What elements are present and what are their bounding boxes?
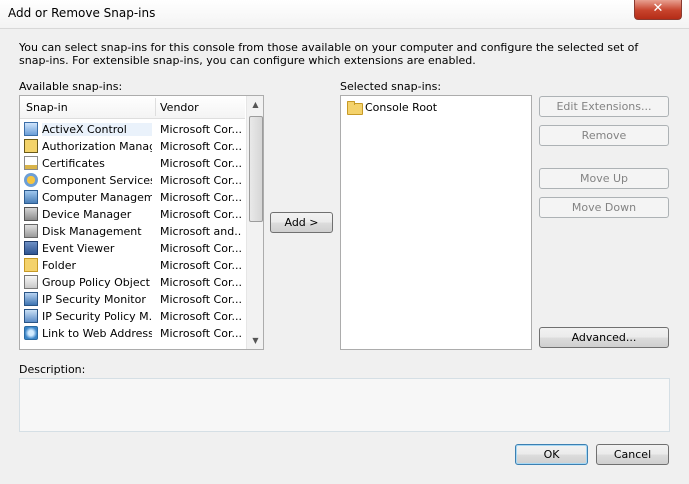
remove-button[interactable]: Remove: [539, 125, 669, 146]
snapin-name: Device Manager: [42, 208, 132, 221]
ip-security-icon: [24, 292, 38, 306]
description-label: Description:: [19, 363, 86, 376]
table-row[interactable]: Device Manager Microsoft Cor...: [20, 206, 245, 223]
snapin-name: Component Services: [42, 174, 152, 187]
snapin-name: Group Policy Object ...: [42, 276, 152, 289]
advanced-button[interactable]: Advanced...: [539, 327, 669, 348]
snapin-name: Authorization Manager: [42, 140, 152, 153]
snapin-name: Link to Web Address: [42, 327, 152, 340]
snapin-vendor: Microsoft Cor...: [160, 123, 242, 136]
table-row[interactable]: Authorization Manager Microsoft Cor...: [20, 138, 245, 155]
ip-security-policy-icon: [24, 309, 38, 323]
snapin-vendor: Microsoft Cor...: [160, 276, 242, 289]
scroll-up-icon[interactable]: ▲: [247, 96, 263, 113]
column-header-vendor[interactable]: Vendor: [160, 101, 199, 114]
vertical-scrollbar[interactable]: ▲ ▼: [246, 96, 263, 349]
description-box: [19, 378, 670, 432]
snapin-vendor: Microsoft Cor...: [160, 174, 242, 187]
snapin-vendor: Microsoft Cor...: [160, 293, 242, 306]
table-row[interactable]: Certificates Microsoft Cor...: [20, 155, 245, 172]
web-link-icon: [24, 326, 38, 340]
event-viewer-icon: [24, 241, 38, 255]
snapin-vendor: Microsoft Cor...: [160, 259, 242, 272]
scroll-down-icon[interactable]: ▼: [247, 332, 263, 349]
close-icon[interactable]: ✕: [634, 0, 682, 20]
folder-icon: [347, 101, 363, 115]
activex-icon: [24, 122, 38, 136]
snapin-name: Disk Management: [42, 225, 142, 238]
table-row[interactable]: Computer Managem... Microsoft Cor...: [20, 189, 245, 206]
snapin-vendor: Microsoft Cor...: [160, 208, 242, 221]
table-row[interactable]: Component Services Microsoft Cor...: [20, 172, 245, 189]
title-bar: Add or Remove Snap-ins ✕: [0, 0, 689, 29]
snapin-name: Computer Managem...: [42, 191, 152, 204]
snapin-name: ActiveX Control: [42, 123, 152, 136]
intro-text: You can select snap-ins for this console…: [19, 41, 639, 67]
snapin-vendor: Microsoft Cor...: [160, 157, 242, 170]
authorization-icon: [24, 139, 38, 153]
snapin-name: Folder: [42, 259, 76, 272]
disk-icon: [24, 224, 38, 238]
table-row[interactable]: IP Security Monitor Microsoft Cor...: [20, 291, 245, 308]
snapin-name: IP Security Monitor: [42, 293, 146, 306]
move-up-button[interactable]: Move Up: [539, 168, 669, 189]
available-snapins-label: Available snap-ins:: [19, 80, 123, 93]
column-header-snapin[interactable]: Snap-in: [26, 101, 68, 114]
edit-extensions-button[interactable]: Edit Extensions...: [539, 96, 669, 117]
snapin-name: Certificates: [42, 157, 105, 170]
table-row[interactable]: ActiveX Control Microsoft Cor...: [20, 121, 245, 138]
device-manager-icon: [24, 207, 38, 221]
group-policy-icon: [24, 275, 38, 289]
move-down-button[interactable]: Move Down: [539, 197, 669, 218]
certificate-icon: [24, 156, 38, 170]
available-snapins-list[interactable]: Snap-in Vendor ActiveX Control Microsoft …: [19, 95, 264, 350]
snapin-vendor: Microsoft Cor...: [160, 140, 242, 153]
table-row[interactable]: Group Policy Object ... Microsoft Cor...: [20, 274, 245, 291]
snapin-vendor: Microsoft Cor...: [160, 242, 242, 255]
cancel-button[interactable]: Cancel: [596, 444, 669, 465]
table-row[interactable]: Disk Management Microsoft and...: [20, 223, 245, 240]
snapin-vendor: Microsoft Cor...: [160, 327, 242, 340]
snapin-name: Event Viewer: [42, 242, 115, 255]
window-title: Add or Remove Snap-ins: [8, 6, 156, 20]
column-divider[interactable]: [155, 98, 156, 116]
tree-item-console-root[interactable]: Console Root: [345, 99, 465, 115]
component-services-icon: [24, 173, 38, 187]
selected-snapins-label: Selected snap-ins:: [340, 80, 442, 93]
snapin-vendor: Microsoft and...: [160, 225, 242, 238]
table-row[interactable]: Link to Web Address Microsoft Cor...: [20, 325, 245, 342]
computer-management-icon: [24, 190, 38, 204]
tree-item-label: Console Root: [365, 101, 438, 114]
folder-icon: [24, 258, 38, 272]
ok-button[interactable]: OK: [515, 444, 588, 465]
table-row[interactable]: Event Viewer Microsoft Cor...: [20, 240, 245, 257]
list-header: Snap-in Vendor: [20, 96, 245, 119]
selected-snapins-tree[interactable]: Console Root: [340, 95, 532, 350]
table-row[interactable]: IP Security Policy M... Microsoft Cor...: [20, 308, 245, 325]
snapin-name: IP Security Policy M...: [42, 310, 152, 323]
snapin-vendor: Microsoft Cor...: [160, 310, 242, 323]
add-button[interactable]: Add >: [270, 212, 333, 233]
table-row[interactable]: Folder Microsoft Cor...: [20, 257, 245, 274]
snapin-vendor: Microsoft Cor...: [160, 191, 242, 204]
scrollbar-thumb[interactable]: [249, 116, 263, 222]
